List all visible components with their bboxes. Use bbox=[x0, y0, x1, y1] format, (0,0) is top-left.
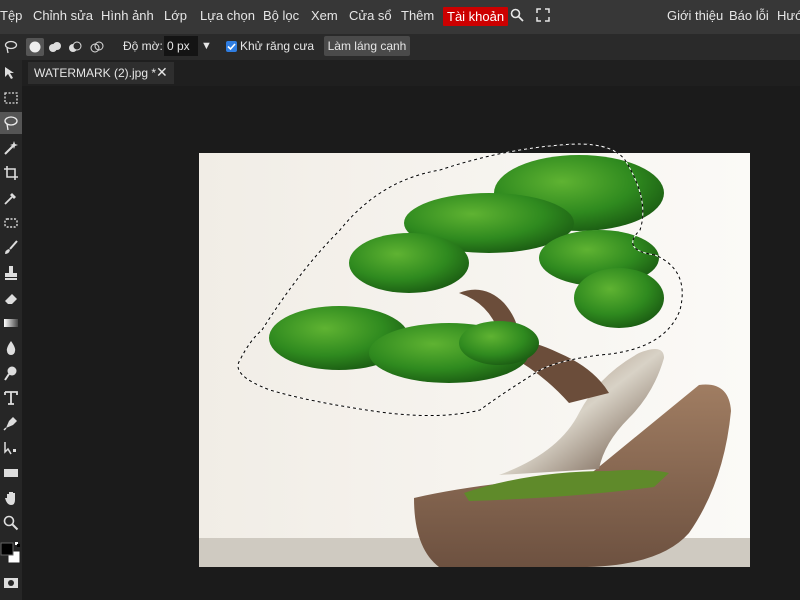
menu-more[interactable]: Thêm bbox=[401, 8, 434, 23]
selection-intersect-icon[interactable] bbox=[90, 40, 104, 54]
selection-subtract-icon[interactable] bbox=[68, 40, 82, 54]
healing-tool[interactable] bbox=[0, 212, 22, 234]
eraser-icon bbox=[5, 294, 17, 304]
foreground-color-swatch[interactable] bbox=[0, 540, 21, 564]
antialias-label[interactable]: Khử răng cưa bbox=[240, 39, 314, 53]
hand-icon bbox=[5, 492, 15, 505]
crop-icon bbox=[4, 166, 18, 180]
options-bar: Độ mờ: ▼ Khử răng cưa Làm láng cạnh bbox=[0, 34, 800, 60]
pen-icon bbox=[3, 417, 17, 431]
text-tool[interactable] bbox=[0, 387, 22, 409]
move-tool[interactable] bbox=[0, 62, 22, 84]
rectangle-tool[interactable] bbox=[0, 462, 22, 484]
magic-wand-icon bbox=[4, 141, 18, 155]
crop-tool[interactable] bbox=[0, 162, 22, 184]
blur-icon bbox=[6, 341, 16, 355]
feather-input[interactable] bbox=[164, 36, 198, 56]
menu-bar: Tệp Chỉnh sửa Hình ảnh Lớp Lựa chọn Bộ l… bbox=[0, 0, 800, 34]
healing-icon bbox=[4, 218, 18, 228]
quick-mask-icon bbox=[4, 578, 18, 588]
lasso-tool[interactable] bbox=[0, 112, 22, 134]
document-tab-title: WATERMARK (2).jpg * bbox=[34, 66, 157, 80]
brush-icon bbox=[5, 240, 18, 254]
text-icon bbox=[4, 391, 18, 405]
path-select-tool[interactable] bbox=[0, 437, 22, 459]
marquee-tool[interactable] bbox=[0, 87, 22, 109]
stamp-tool[interactable] bbox=[0, 262, 22, 284]
eraser-tool[interactable] bbox=[0, 287, 22, 309]
menu-about[interactable]: Giới thiệu bbox=[667, 8, 723, 23]
stamp-icon bbox=[5, 266, 17, 280]
menu-report-bug[interactable]: Báo lỗi bbox=[729, 8, 769, 23]
brush-tool[interactable] bbox=[0, 237, 22, 259]
path-select-icon bbox=[4, 442, 16, 455]
menu-select[interactable]: Lựa chọn bbox=[200, 8, 255, 23]
marquee-icon bbox=[4, 92, 18, 104]
pen-tool[interactable] bbox=[0, 412, 22, 434]
rectangle-icon bbox=[4, 469, 18, 477]
quick-mask-tool[interactable] bbox=[0, 572, 22, 594]
feather-dropdown-icon[interactable]: ▼ bbox=[201, 40, 212, 52]
gradient-icon bbox=[4, 319, 18, 327]
zoom-icon bbox=[3, 515, 19, 531]
gradient-tool[interactable] bbox=[0, 312, 22, 334]
smooth-edges-button[interactable]: Làm láng cạnh bbox=[324, 36, 410, 56]
menu-guide[interactable]: Hướ bbox=[777, 8, 800, 23]
menu-image[interactable]: Hình ảnh bbox=[101, 8, 154, 23]
selection-new-icon[interactable] bbox=[26, 38, 44, 56]
dodge-tool[interactable] bbox=[0, 362, 22, 384]
close-icon[interactable]: ✕ bbox=[156, 64, 168, 81]
menu-file[interactable]: Tệp bbox=[0, 8, 22, 23]
eyedropper-tool[interactable] bbox=[0, 187, 22, 209]
bonsai-photo[interactable] bbox=[199, 153, 750, 567]
hand-tool[interactable] bbox=[0, 487, 22, 509]
menu-window[interactable]: Cửa sổ bbox=[349, 8, 392, 23]
move-icon bbox=[5, 67, 14, 79]
tool-panel bbox=[0, 60, 22, 600]
blur-tool[interactable] bbox=[0, 337, 22, 359]
document-tab[interactable]: WATERMARK (2).jpg * ✕ bbox=[28, 62, 174, 84]
menu-filter[interactable]: Bộ lọc bbox=[263, 8, 299, 23]
antialias-checkbox[interactable] bbox=[226, 41, 237, 52]
lasso-icon bbox=[4, 116, 18, 131]
feather-label: Độ mờ: bbox=[123, 39, 163, 53]
eyedropper-icon bbox=[4, 193, 16, 205]
lasso-mode-icon bbox=[4, 40, 18, 54]
menu-view[interactable]: Xem bbox=[311, 8, 338, 23]
menu-edit[interactable]: Chỉnh sửa bbox=[33, 8, 93, 23]
fullscreen-icon[interactable] bbox=[536, 8, 550, 26]
search-icon[interactable] bbox=[510, 8, 524, 26]
selection-add-icon[interactable] bbox=[48, 40, 62, 54]
dodge-icon bbox=[4, 366, 17, 381]
zoom-tool[interactable] bbox=[0, 512, 22, 534]
menu-account[interactable]: Tài khoản bbox=[443, 7, 509, 26]
magic-wand-tool[interactable] bbox=[0, 137, 22, 159]
menu-layer[interactable]: Lớp bbox=[164, 8, 187, 23]
